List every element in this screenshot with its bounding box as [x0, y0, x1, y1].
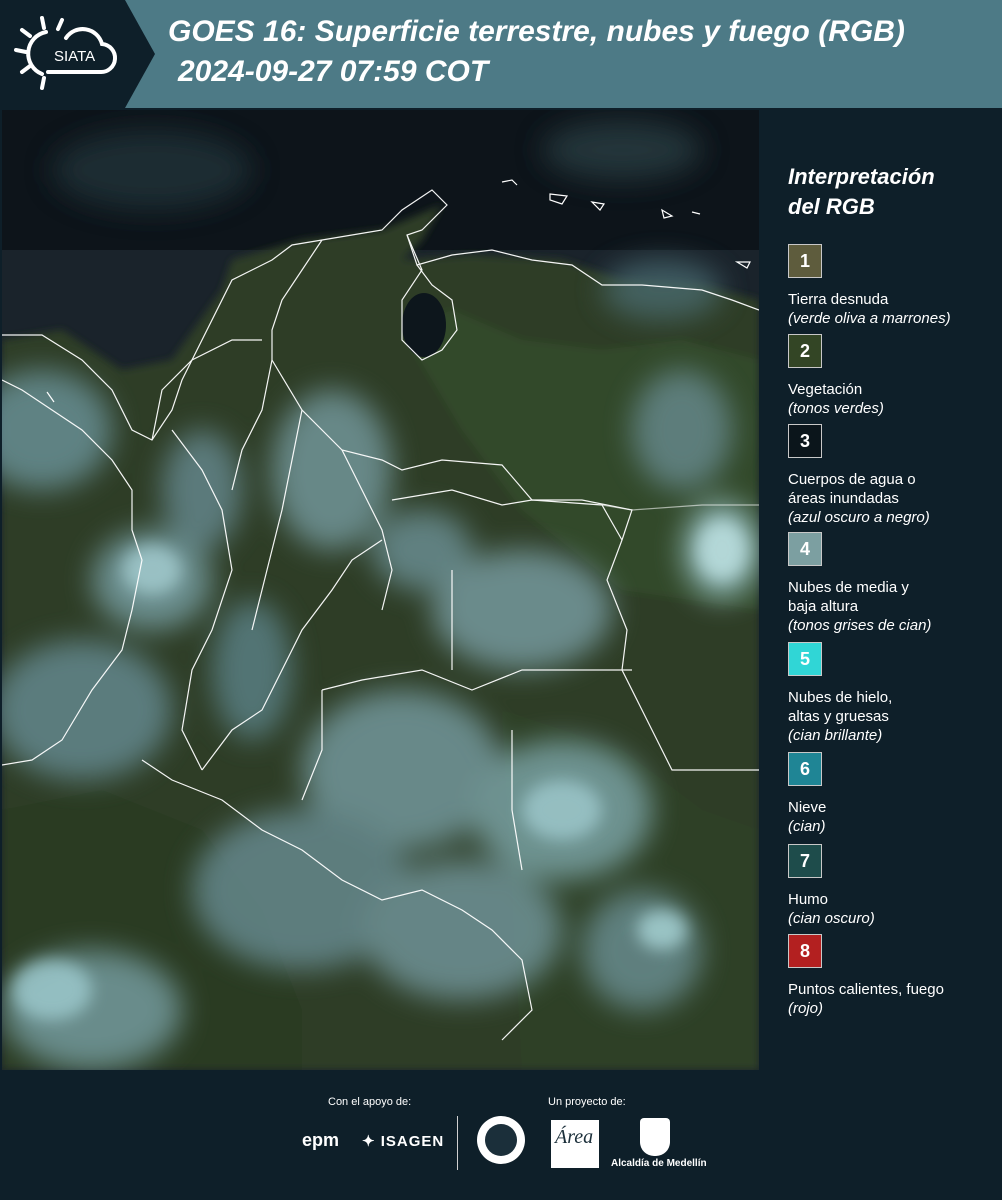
legend-swatch: 5: [788, 642, 822, 676]
area-metropolitana-logo: Área: [551, 1120, 599, 1168]
project-label: Un proyecto de:: [548, 1096, 626, 1108]
legend-item-label: Nieve: [788, 799, 827, 816]
satellite-map-image: [2, 110, 759, 1070]
page-datetime: 2024-09-27 07:59 COT: [178, 55, 489, 88]
legend-swatch: 3: [788, 424, 822, 458]
support-label: Con el apoyo de:: [328, 1096, 412, 1108]
legend-item-6: 6 Nieve (cian): [788, 752, 998, 836]
legend-item-2: 2 Vegetación (tonos verdes): [788, 334, 998, 418]
legend-item-desc: (cian brillante): [788, 727, 883, 744]
university-seal-icon: [477, 1116, 525, 1164]
satellite-map: [2, 110, 759, 1070]
legend-item-3: 3 Cuerpos de agua o áreas inundadas (azu…: [788, 424, 998, 527]
legend-item-label: Humo: [788, 891, 829, 908]
area-logo-text: Área: [555, 1126, 594, 1148]
legend-panel: Interpretación del RGB 1 Tierra desnuda …: [760, 110, 1002, 1070]
logo-arrow-shape: [125, 0, 155, 108]
isagen-logo: ✦ ISAGEN: [362, 1132, 444, 1150]
footer: Con el apoyo de: Un proyecto de: epm ✦ I…: [0, 1070, 1002, 1200]
legend-swatch: 7: [788, 844, 822, 878]
legend-item-4: 4 Nubes de media y baja altura (tonos gr…: [788, 532, 998, 635]
legend-title: Interpretación del RGB: [788, 162, 988, 222]
legend-swatch: 1: [788, 244, 822, 278]
medellin-logo-text: Alcaldía de Medellín: [611, 1158, 707, 1169]
footer-divider: [457, 1116, 458, 1170]
logo-block: SIATA: [0, 0, 125, 108]
legend-item-7: 7 Humo (cian oscuro): [788, 844, 998, 928]
epm-logo: epm: [302, 1130, 340, 1150]
svg-text:SIATA: SIATA: [54, 48, 95, 65]
legend-item-desc: (tonos verdes): [788, 400, 884, 417]
legend-item-1: 1 Tierra desnuda (verde oliva a marrones…: [788, 244, 998, 328]
isagen-icon: ✦: [362, 1133, 376, 1150]
legend-title-line2: del RGB: [788, 194, 875, 219]
isagen-logo-text: ISAGEN: [380, 1133, 445, 1150]
legend-item-label: Nubes de hielo, altas y gruesas: [788, 689, 893, 725]
legend-item-label: Cuerpos de agua o áreas inundadas: [788, 471, 916, 507]
legend-item-label: Tierra desnuda: [788, 291, 889, 308]
legend-item-desc: (tonos grises de cian): [788, 617, 932, 634]
siata-logo-icon: SIATA: [14, 16, 118, 90]
legend-item-label: Puntos calientes, fuego: [788, 981, 944, 998]
page-title: GOES 16: Superficie terrestre, nubes y f…: [168, 15, 905, 48]
legend-swatch: 6: [788, 752, 822, 786]
legend-item-label: Nubes de media y baja altura: [788, 579, 909, 615]
legend-swatch: 4: [788, 532, 822, 566]
legend-item-desc: (rojo): [788, 1000, 824, 1017]
legend-item-desc: (verde oliva a marrones): [788, 310, 951, 327]
legend-swatch: 8: [788, 934, 822, 968]
header-bar: SIATA GOES 16: Superficie terrestre, nub…: [0, 0, 1002, 108]
legend-item-8: 8 Puntos calientes, fuego (rojo): [788, 934, 998, 1018]
legend-item-label: Vegetación: [788, 381, 863, 398]
legend-title-line1: Interpretación: [788, 164, 935, 189]
legend-item-desc: (cian oscuro): [788, 910, 875, 927]
legend-item-5: 5 Nubes de hielo, altas y gruesas (cian …: [788, 642, 998, 745]
legend-item-desc: (azul oscuro a negro): [788, 509, 930, 526]
legend-item-desc: (cian): [788, 818, 826, 835]
legend-swatch: 2: [788, 334, 822, 368]
medellin-shield-icon: [640, 1118, 670, 1156]
